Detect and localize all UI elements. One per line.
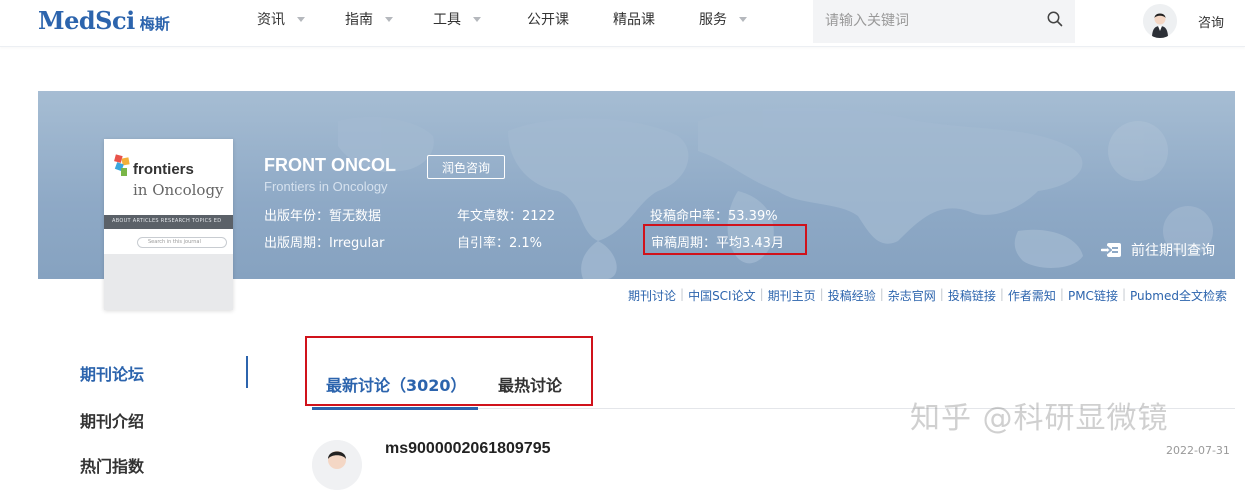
- frontiers-logo-icon: [114, 154, 130, 176]
- sidebar-item-journal-forum[interactable]: 期刊论坛: [80, 361, 144, 385]
- nav-guides-label: 指南: [345, 12, 373, 28]
- cover-body: [104, 254, 233, 310]
- top-navigation: MedSci 梅斯 资讯 指南 工具 公开课 精品课 服务 请输入关键词 咨询: [0, 0, 1245, 47]
- search-input[interactable]: [825, 11, 1035, 31]
- journal-title: FRONT ONCOL: [264, 155, 396, 175]
- post-date: 2022-07-31: [1166, 444, 1230, 457]
- nav-premium-course-label: 精品课: [613, 12, 655, 28]
- nav-guides[interactable]: 指南: [345, 10, 393, 28]
- active-tab-underline: [312, 407, 478, 410]
- link-journal-discussion[interactable]: 期刊讨论: [628, 287, 676, 304]
- review-cycle-highlight: [643, 224, 807, 255]
- sidebar-active-indicator: [246, 356, 248, 388]
- nav-open-course[interactable]: 公开课: [527, 10, 569, 28]
- stat-publication-cycle: 出版周期：Irregular: [264, 236, 385, 251]
- stat-annual-articles: 年文章数：2122: [457, 209, 556, 224]
- journal-cover-image: frontiers in Oncology ABOUT ARTICLES RES…: [104, 139, 233, 310]
- stat-publication-year: 出版年份：暂无数据: [264, 209, 382, 224]
- go-journal-query-label: 前往期刊查询: [1131, 243, 1215, 259]
- link-china-sci-papers[interactable]: 中国SCI论文: [688, 287, 756, 304]
- link-submission-link[interactable]: 投稿链接: [948, 287, 996, 304]
- nav-open-course-label: 公开课: [527, 12, 569, 28]
- chevron-down-icon: [297, 16, 305, 22]
- chevron-down-icon: [473, 16, 481, 22]
- cover-nav-text: ABOUT ARTICLES RESEARCH TOPICS ED: [112, 218, 222, 224]
- exit-arrow-icon: [1101, 243, 1121, 257]
- nav-services-label: 服务: [699, 12, 727, 28]
- nav-premium-course[interactable]: 精品课: [613, 10, 655, 28]
- tab-latest-discussion[interactable]: 最新讨论（3020）: [326, 372, 467, 396]
- go-journal-query-link[interactable]: 前往期刊查询: [1101, 240, 1215, 260]
- link-pubmed-search[interactable]: Pubmed全文检索: [1130, 287, 1227, 304]
- logo-cn-text: 梅斯: [139, 15, 170, 33]
- zhihu-watermark: 知乎 @科研显微镜: [910, 401, 1169, 436]
- cover-journal-name: in Oncology: [133, 181, 224, 199]
- sidebar-item-hot-index[interactable]: 热门指数: [80, 453, 144, 477]
- search-box: [813, 0, 1075, 43]
- link-pmc[interactable]: PMC链接: [1068, 287, 1118, 304]
- nav-news[interactable]: 资讯: [257, 10, 305, 28]
- chevron-down-icon: [739, 16, 747, 22]
- nav-tools[interactable]: 工具: [433, 10, 481, 28]
- polish-consult-button[interactable]: 润色咨询: [427, 155, 505, 179]
- user-avatar[interactable]: [1143, 4, 1177, 38]
- link-author-guidelines[interactable]: 作者需知: [1008, 287, 1056, 304]
- cover-header: frontiers in Oncology: [104, 139, 233, 214]
- search-icon[interactable]: [1046, 10, 1064, 28]
- sidebar-item-journal-intro[interactable]: 期刊介绍: [80, 408, 144, 432]
- cover-nav-bar: ABOUT ARTICLES RESEARCH TOPICS ED: [104, 215, 233, 229]
- cover-search-field: Search in this journal: [137, 237, 227, 248]
- logo-text: MedSci: [38, 6, 135, 35]
- post-username[interactable]: ms9000002061809795: [385, 440, 551, 458]
- stat-acceptance-rate: 投稿命中率：53.39%: [650, 209, 778, 224]
- journal-subtitle: Frontiers in Oncology: [264, 179, 388, 194]
- journal-links-row: 期刊讨论 | 中国SCI论文 | 期刊主页 | 投稿经验 | 杂志官网 | 投稿链接 | 作…: [628, 287, 1227, 304]
- tab-hottest-discussion[interactable]: 最热讨论: [498, 372, 562, 396]
- nav-services[interactable]: 服务: [699, 10, 747, 28]
- link-official-site[interactable]: 杂志官网: [888, 287, 936, 304]
- stat-self-citation: 自引率：2.1%: [457, 236, 543, 251]
- post-user-avatar[interactable]: [312, 440, 362, 490]
- cover-brand: frontiers: [133, 161, 194, 178]
- consult-link[interactable]: 咨询: [1198, 12, 1224, 31]
- link-journal-homepage[interactable]: 期刊主页: [768, 287, 816, 304]
- chevron-down-icon: [385, 16, 393, 22]
- nav-tools-label: 工具: [433, 12, 461, 28]
- nav-news-label: 资讯: [257, 12, 285, 28]
- medsci-logo[interactable]: MedSci 梅斯: [38, 6, 170, 38]
- link-submission-experience[interactable]: 投稿经验: [828, 287, 876, 304]
